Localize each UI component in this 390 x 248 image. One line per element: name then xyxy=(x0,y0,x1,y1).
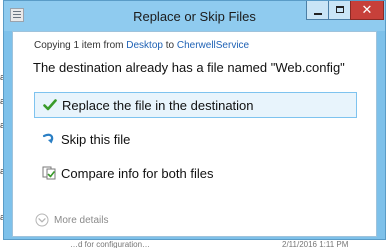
background-file-description: …d for configuration… xyxy=(70,240,151,248)
compare-files-icon xyxy=(42,166,56,180)
skip-file-option[interactable]: Skip this file xyxy=(34,127,357,153)
compare-files-option[interactable]: Compare info for both files xyxy=(34,161,357,187)
chevron-down-circle-icon xyxy=(35,213,49,227)
maximize-icon xyxy=(336,6,344,13)
more-details-label: More details xyxy=(54,215,109,226)
maximize-button[interactable] xyxy=(328,1,351,20)
dialog-content: Copying 1 item from Desktop to CherwellS… xyxy=(12,31,377,237)
title-bar[interactable]: Replace or Skip Files ✕ xyxy=(4,1,385,31)
compare-files-label: Compare info for both files xyxy=(61,166,214,181)
skip-file-label: Skip this file xyxy=(61,132,131,147)
replace-or-skip-dialog: Replace or Skip Files ✕ Copying 1 item f… xyxy=(3,0,386,240)
close-button[interactable]: ✕ xyxy=(350,1,384,20)
conflict-message: The destination already has a file named… xyxy=(33,60,345,75)
copy-info-middle: to xyxy=(162,40,177,51)
replace-file-label: Replace the file in the destination xyxy=(62,98,254,113)
source-folder-link[interactable]: Desktop xyxy=(126,40,163,51)
destination-folder-link[interactable]: CherwellService xyxy=(177,40,249,51)
minimize-icon xyxy=(314,13,322,15)
replace-file-option[interactable]: Replace the file in the destination xyxy=(34,92,357,118)
skip-arrow-icon xyxy=(42,133,54,144)
copy-info: Copying 1 item from Desktop to CherwellS… xyxy=(34,40,249,51)
copy-info-prefix: Copying 1 item from xyxy=(34,40,127,51)
screen: a a a a a …d for configuration… 2/11/201… xyxy=(0,0,390,248)
green-check-icon xyxy=(43,99,57,111)
minimize-button[interactable] xyxy=(306,1,329,20)
close-icon: ✕ xyxy=(361,2,373,17)
background-file-date: 2/11/2016 1:11 PM xyxy=(282,240,349,248)
